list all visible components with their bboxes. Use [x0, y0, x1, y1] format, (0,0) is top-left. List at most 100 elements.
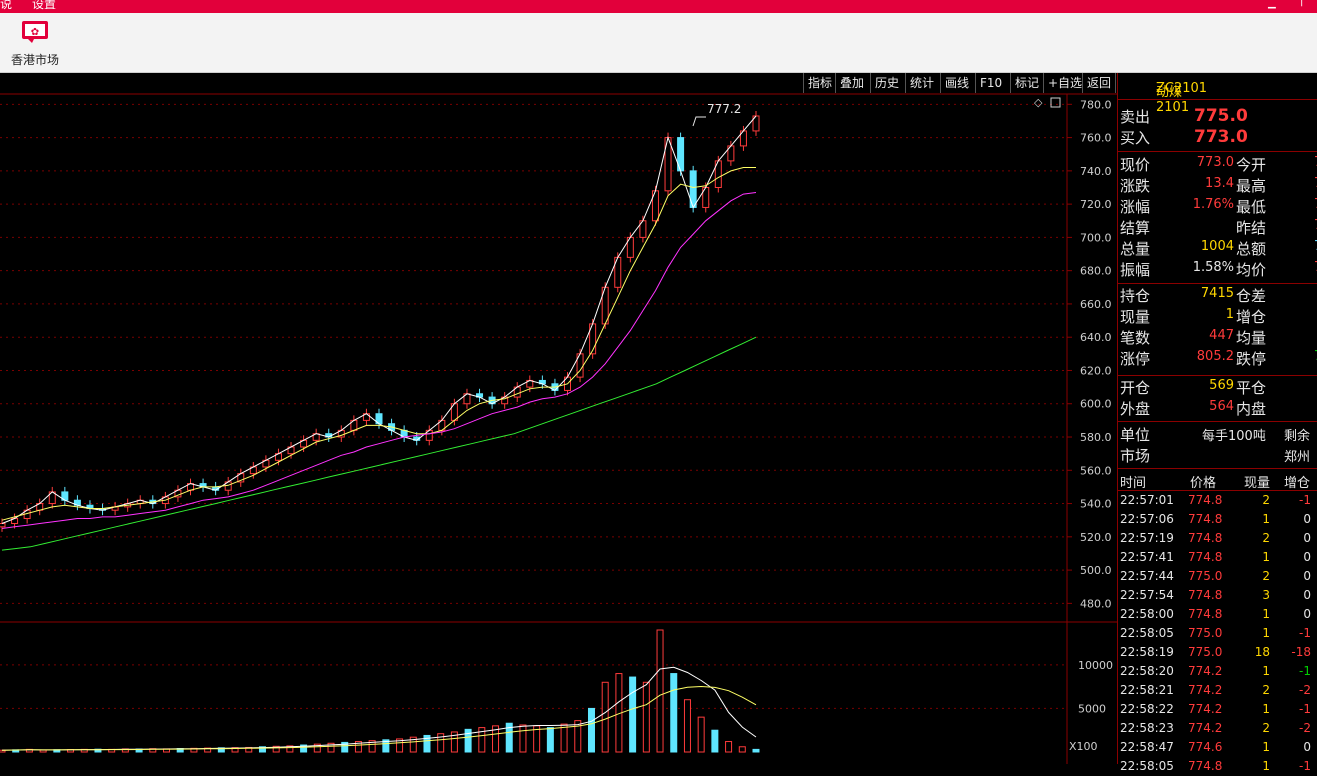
- tick-vol: 1: [1262, 512, 1270, 526]
- tick-inc: -2: [1299, 721, 1311, 735]
- volume-bar: [560, 723, 568, 753]
- tick-inc: -1: [1299, 702, 1311, 716]
- tick-vol: 2: [1262, 569, 1270, 583]
- volume-bar: [697, 716, 705, 753]
- volume-bar: [629, 676, 637, 753]
- price-tick-label: 740.0: [1080, 165, 1112, 178]
- volume-bar: [587, 707, 595, 753]
- tick-inc: -1: [1299, 664, 1311, 678]
- quote-row: 振幅 1.58% 均价 7: [1118, 259, 1317, 280]
- high-marker-line: [692, 116, 706, 127]
- quote-row: 笔数 447 均量: [1118, 327, 1317, 348]
- tick-row: 22:57:01 774.8 2 -1: [1118, 491, 1317, 510]
- price-axis: 780.0 760.0 740.0 720.0 700.0 680.0 660.0 640.0…: [1067, 98, 1113, 715]
- tick-price: 774.8: [1188, 493, 1223, 507]
- tick-row: 22:58:23 774.2 2 -2: [1118, 719, 1317, 738]
- market-value: 郑州: [1284, 450, 1311, 465]
- ticks-header: 时间 价格 现量 增仓: [1118, 470, 1317, 491]
- tick-row: 22:58:22 774.2 1 -1: [1118, 700, 1317, 719]
- sell-row: 卖出 775.0: [1118, 106, 1317, 128]
- tick-time: 22:57:01: [1120, 493, 1174, 507]
- tick-inc: -18: [1291, 645, 1311, 659]
- quote-label-2: 今开: [1236, 156, 1267, 174]
- volume-scale-label: X100: [1069, 740, 1098, 753]
- price-tick-label: 500.0: [1080, 564, 1112, 577]
- tick-time: 22:57:19: [1120, 531, 1174, 545]
- volume-tick-label: 10000: [1078, 659, 1113, 672]
- quote-row: 持仓 7415 仓差: [1118, 285, 1317, 306]
- volume-tick-label: 5000: [1078, 702, 1106, 715]
- tick-vol: 1: [1262, 702, 1270, 716]
- ticks-inc-header: 增仓: [1284, 476, 1311, 491]
- quote-row: 总量 1004 总额 77: [1118, 238, 1317, 259]
- volume-bar: [546, 727, 554, 753]
- quote-label-2: 跌停: [1236, 350, 1267, 368]
- sell-price: 775.0: [1194, 106, 1248, 126]
- tick-inc: -1: [1299, 493, 1311, 507]
- quote-label: 振幅: [1120, 261, 1151, 279]
- window-edge-icon[interactable]: |: [1300, 0, 1303, 7]
- kline-chart[interactable]: 780.0 760.0 740.0 720.0 700.0 680.0 660.0 640.0…: [0, 0, 1117, 764]
- tick-vol: 2: [1262, 721, 1270, 735]
- quote-row: 涨幅 1.76% 最低 7: [1118, 196, 1317, 217]
- quote-label: 持仓: [1120, 287, 1151, 305]
- price-tick-label: 680.0: [1080, 265, 1112, 278]
- price-tick-label: 600.0: [1080, 398, 1112, 411]
- tick-time: 22:58:05: [1120, 759, 1174, 773]
- quote-label: 笔数: [1120, 329, 1151, 347]
- tick-time: 22:58:47: [1120, 740, 1174, 754]
- tick-time: 22:58:05: [1120, 626, 1174, 640]
- quote-label: 总量: [1120, 240, 1151, 258]
- tick-row: 22:58:20 774.2 1 -1: [1118, 662, 1317, 681]
- volume-bar: [711, 729, 719, 753]
- quote-label: 涨幅: [1120, 198, 1151, 216]
- quote-row: 现量 1 增仓: [1118, 306, 1317, 327]
- ticks-price-header: 价格: [1190, 476, 1217, 491]
- tick-inc: -1: [1299, 759, 1311, 773]
- tick-price: 774.2: [1188, 683, 1223, 697]
- quote-label-2: 仓差: [1236, 287, 1267, 305]
- tick-time: 22:58:21: [1120, 683, 1174, 697]
- quote-value: 447: [1209, 328, 1234, 343]
- moving-average-lines: [1, 115, 757, 551]
- volume-bar: [670, 673, 678, 753]
- tick-row: 22:58:47 774.6 1 0: [1118, 738, 1317, 757]
- tick-price: 774.6: [1188, 740, 1223, 754]
- minimize-icon[interactable]: ▁: [1268, 0, 1276, 9]
- market-row: 市场 郑州: [1118, 445, 1317, 466]
- tick-time: 22:57:44: [1120, 569, 1174, 583]
- tick-vol: 18: [1254, 645, 1270, 659]
- price-tick-label: 660.0: [1080, 298, 1112, 311]
- quote-row: 开仓 569 平仓: [1118, 377, 1317, 398]
- candle-body: [0, 523, 6, 528]
- buy-row: 买入 773.0: [1118, 127, 1317, 149]
- quote-row: 涨停 805.2 跌停 7: [1118, 348, 1317, 369]
- remain-label: 剩余: [1284, 429, 1311, 444]
- tick-vol: 1: [1262, 550, 1270, 564]
- price-tick-label: 480.0: [1080, 597, 1112, 610]
- volume-bar: [725, 741, 733, 753]
- quote-value: 13.4: [1205, 176, 1234, 191]
- ticks-time-header: 时间: [1120, 476, 1147, 491]
- tick-time: 22:58:22: [1120, 702, 1174, 716]
- price-tick-label: 760.0: [1080, 132, 1112, 145]
- quote-value: 564: [1209, 399, 1234, 414]
- quote-value: 805.2: [1196, 349, 1234, 364]
- ma-magenta-line: [1, 192, 757, 529]
- quote-label-2: 均价: [1236, 261, 1267, 279]
- tick-vol: 1: [1262, 759, 1270, 773]
- volume-bar: [752, 748, 760, 753]
- panel-toggle-icon[interactable]: [1050, 97, 1061, 108]
- price-tick-label: 720.0: [1080, 198, 1112, 211]
- quote-label-2: 均量: [1236, 329, 1267, 347]
- tick-inc: 0: [1303, 512, 1311, 526]
- quote-value: 773.0: [1196, 155, 1234, 170]
- tick-inc: 0: [1303, 550, 1311, 564]
- diamond-icon[interactable]: ◇: [1034, 96, 1043, 109]
- unit-value: 每手100吨: [1202, 429, 1266, 444]
- quote-value: 1.76%: [1192, 197, 1234, 212]
- quote-label: 外盘: [1120, 400, 1151, 418]
- tick-inc: 0: [1303, 740, 1311, 754]
- quote-label-2: 最低: [1236, 198, 1267, 216]
- quote-row: 外盘 564 内盘: [1118, 398, 1317, 419]
